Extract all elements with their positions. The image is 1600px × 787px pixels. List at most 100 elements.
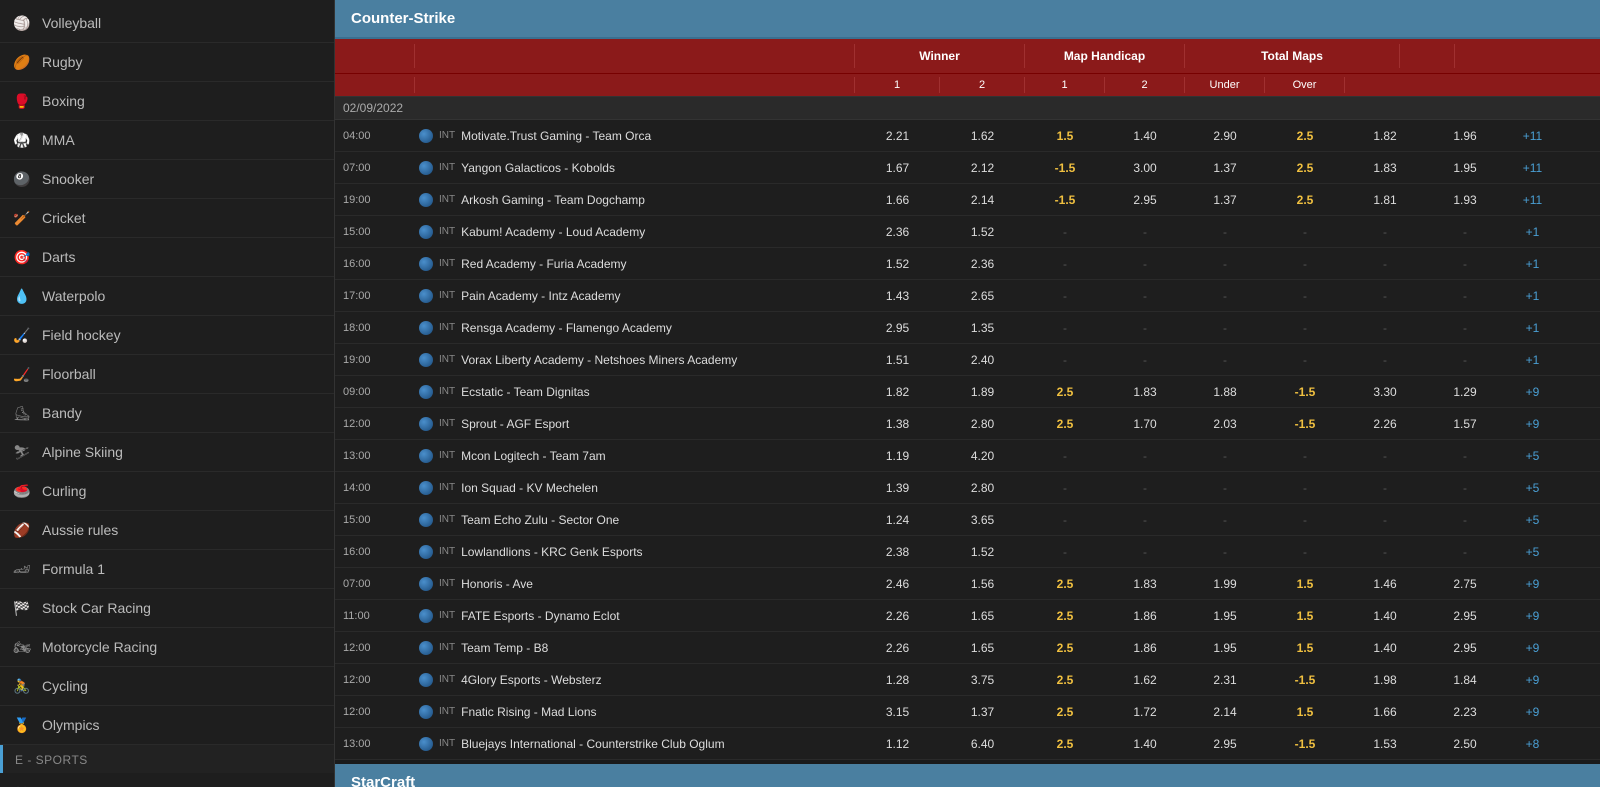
total-maps-under[interactable]: 1.40 [1345,636,1425,660]
winner-1-odd[interactable]: 1.28 [855,668,940,692]
total-maps-over[interactable]: 1.84 [1425,668,1505,692]
winner-1-odd[interactable]: 1.82 [855,380,940,404]
winner-1-odd[interactable]: 2.46 [855,572,940,596]
winner-1-odd[interactable]: 1.12 [855,732,940,756]
total-maps-under[interactable]: 1.83 [1345,156,1425,180]
total-maps-over[interactable]: 2.23 [1425,700,1505,724]
match-name-cell[interactable]: INTEcstatic - Team Dignitas [415,380,855,404]
more-markets-button[interactable]: +9 [1505,604,1560,628]
winner-2-odd[interactable]: 2.80 [940,476,1025,500]
match-row[interactable]: 12:00INT4Glory Esports - Websterz1.283.7… [335,664,1600,696]
match-row[interactable]: 11:00INTFATE Esports - Dynamo Eclot2.261… [335,600,1600,632]
total-maps-under[interactable]: 1.46 [1345,572,1425,596]
map-handicap-3[interactable]: 2.31 [1185,668,1265,692]
sidebar-item-snooker[interactable]: 🎱Snooker [0,160,334,199]
match-name-cell[interactable]: INTMotivate.Trust Gaming - Team Orca [415,124,855,148]
winner-1-odd[interactable]: 2.26 [855,636,940,660]
match-row[interactable]: 19:00INTArkosh Gaming - Team Dogchamp1.6… [335,184,1600,216]
winner-1-odd[interactable]: 1.66 [855,188,940,212]
more-markets-button[interactable]: +1 [1505,220,1560,244]
sidebar-item-olympics[interactable]: 🏅Olympics [0,706,334,745]
more-markets-button[interactable]: +1 [1505,252,1560,276]
more-markets-button[interactable]: +9 [1505,636,1560,660]
total-maps-over[interactable]: 1.96 [1425,124,1505,148]
total-maps-1[interactable]: 1.5 [1265,700,1345,724]
winner-2-odd[interactable]: 2.14 [940,188,1025,212]
winner-2-odd[interactable]: 4.20 [940,444,1025,468]
total-maps-1[interactable]: 1.5 [1265,572,1345,596]
winner-2-odd[interactable]: 2.12 [940,156,1025,180]
map-handicap-1[interactable]: 2.5 [1025,732,1105,756]
winner-1-odd[interactable]: 3.15 [855,700,940,724]
sidebar-item-motorcycle-racing[interactable]: 🏍Motorcycle Racing [0,628,334,667]
total-maps-1[interactable]: -1.5 [1265,380,1345,404]
winner-2-odd[interactable]: 3.65 [940,508,1025,532]
map-handicap-3[interactable]: 1.37 [1185,188,1265,212]
sidebar-item-boxing[interactable]: 🥊Boxing [0,82,334,121]
total-maps-1[interactable]: 2.5 [1265,124,1345,148]
map-handicap-3[interactable]: 1.99 [1185,572,1265,596]
total-maps-over[interactable]: 1.29 [1425,380,1505,404]
more-markets-button[interactable]: +11 [1505,156,1560,180]
winner-1-odd[interactable]: 1.67 [855,156,940,180]
map-handicap-3[interactable]: 1.37 [1185,156,1265,180]
map-handicap-1[interactable]: 2.5 [1025,700,1105,724]
winner-2-odd[interactable]: 1.56 [940,572,1025,596]
match-row[interactable]: 09:00INTEcstatic - Team Dignitas1.821.89… [335,376,1600,408]
more-markets-button[interactable]: +9 [1505,412,1560,436]
map-handicap-3[interactable]: 2.03 [1185,412,1265,436]
more-markets-button[interactable]: +1 [1505,284,1560,308]
more-markets-button[interactable]: +1 [1505,348,1560,372]
winner-2-odd[interactable]: 1.35 [940,316,1025,340]
winner-1-odd[interactable]: 1.24 [855,508,940,532]
more-markets-button[interactable]: +5 [1505,444,1560,468]
total-maps-under[interactable]: 2.26 [1345,412,1425,436]
match-row[interactable]: 18:00INTRensga Academy - Flamengo Academ… [335,312,1600,344]
sidebar-item-alpine-skiing[interactable]: ⛷Alpine Skiing [0,433,334,472]
sidebar-item-waterpolo[interactable]: 💧Waterpolo [0,277,334,316]
sidebar-item-curling[interactable]: 🥌Curling [0,472,334,511]
total-maps-under[interactable]: 1.81 [1345,188,1425,212]
winner-1-odd[interactable]: 1.19 [855,444,940,468]
winner-2-odd[interactable]: 2.36 [940,252,1025,276]
sidebar-item-floorball[interactable]: 🏒Floorball [0,355,334,394]
sidebar-item-mma[interactable]: 🥋MMA [0,121,334,160]
map-handicap-3[interactable]: 2.90 [1185,124,1265,148]
match-row[interactable]: 13:00INTBluejays International - Counter… [335,728,1600,760]
winner-1-odd[interactable]: 1.52 [855,252,940,276]
winner-1-odd[interactable]: 1.43 [855,284,940,308]
map-handicap-3[interactable]: 1.95 [1185,636,1265,660]
total-maps-over[interactable]: 1.57 [1425,412,1505,436]
total-maps-1[interactable]: -1.5 [1265,732,1345,756]
map-handicap-1[interactable]: 2.5 [1025,380,1105,404]
sidebar-item-aussie-rules[interactable]: 🏈Aussie rules [0,511,334,550]
match-name-cell[interactable]: INTLowlandlions - KRC Genk Esports [415,540,855,564]
more-markets-button[interactable]: +1 [1505,316,1560,340]
map-handicap-2[interactable]: 1.70 [1105,412,1185,436]
winner-2-odd[interactable]: 1.37 [940,700,1025,724]
match-row[interactable]: 07:00INTHonoris - Ave2.461.562.51.831.99… [335,568,1600,600]
more-markets-button[interactable]: +5 [1505,476,1560,500]
map-handicap-2[interactable]: 1.62 [1105,668,1185,692]
winner-1-odd[interactable]: 2.36 [855,220,940,244]
winner-1-odd[interactable]: 2.26 [855,604,940,628]
match-name-cell[interactable]: INTFATE Esports - Dynamo Eclot [415,604,855,628]
total-maps-1[interactable]: -1.5 [1265,412,1345,436]
total-maps-1[interactable]: 1.5 [1265,636,1345,660]
winner-1-odd[interactable]: 2.21 [855,124,940,148]
winner-2-odd[interactable]: 1.89 [940,380,1025,404]
winner-2-odd[interactable]: 2.65 [940,284,1025,308]
sidebar-item-rugby[interactable]: 🏉Rugby [0,43,334,82]
map-handicap-2[interactable]: 3.00 [1105,156,1185,180]
winner-1-odd[interactable]: 1.39 [855,476,940,500]
match-row[interactable]: 15:00INTKabum! Academy - Loud Academy2.3… [335,216,1600,248]
total-maps-over[interactable]: 1.95 [1425,156,1505,180]
match-name-cell[interactable]: INTSprout - AGF Esport [415,412,855,436]
more-markets-button[interactable]: +9 [1505,572,1560,596]
match-name-cell[interactable]: INTVorax Liberty Academy - Netshoes Mine… [415,348,855,372]
map-handicap-2[interactable]: 1.86 [1105,636,1185,660]
winner-2-odd[interactable]: 6.40 [940,732,1025,756]
sidebar-item-darts[interactable]: 🎯Darts [0,238,334,277]
match-row[interactable]: 04:00INTMotivate.Trust Gaming - Team Orc… [335,120,1600,152]
match-row[interactable]: 13:00INTMcon Logitech - Team 7am1.194.20… [335,440,1600,472]
